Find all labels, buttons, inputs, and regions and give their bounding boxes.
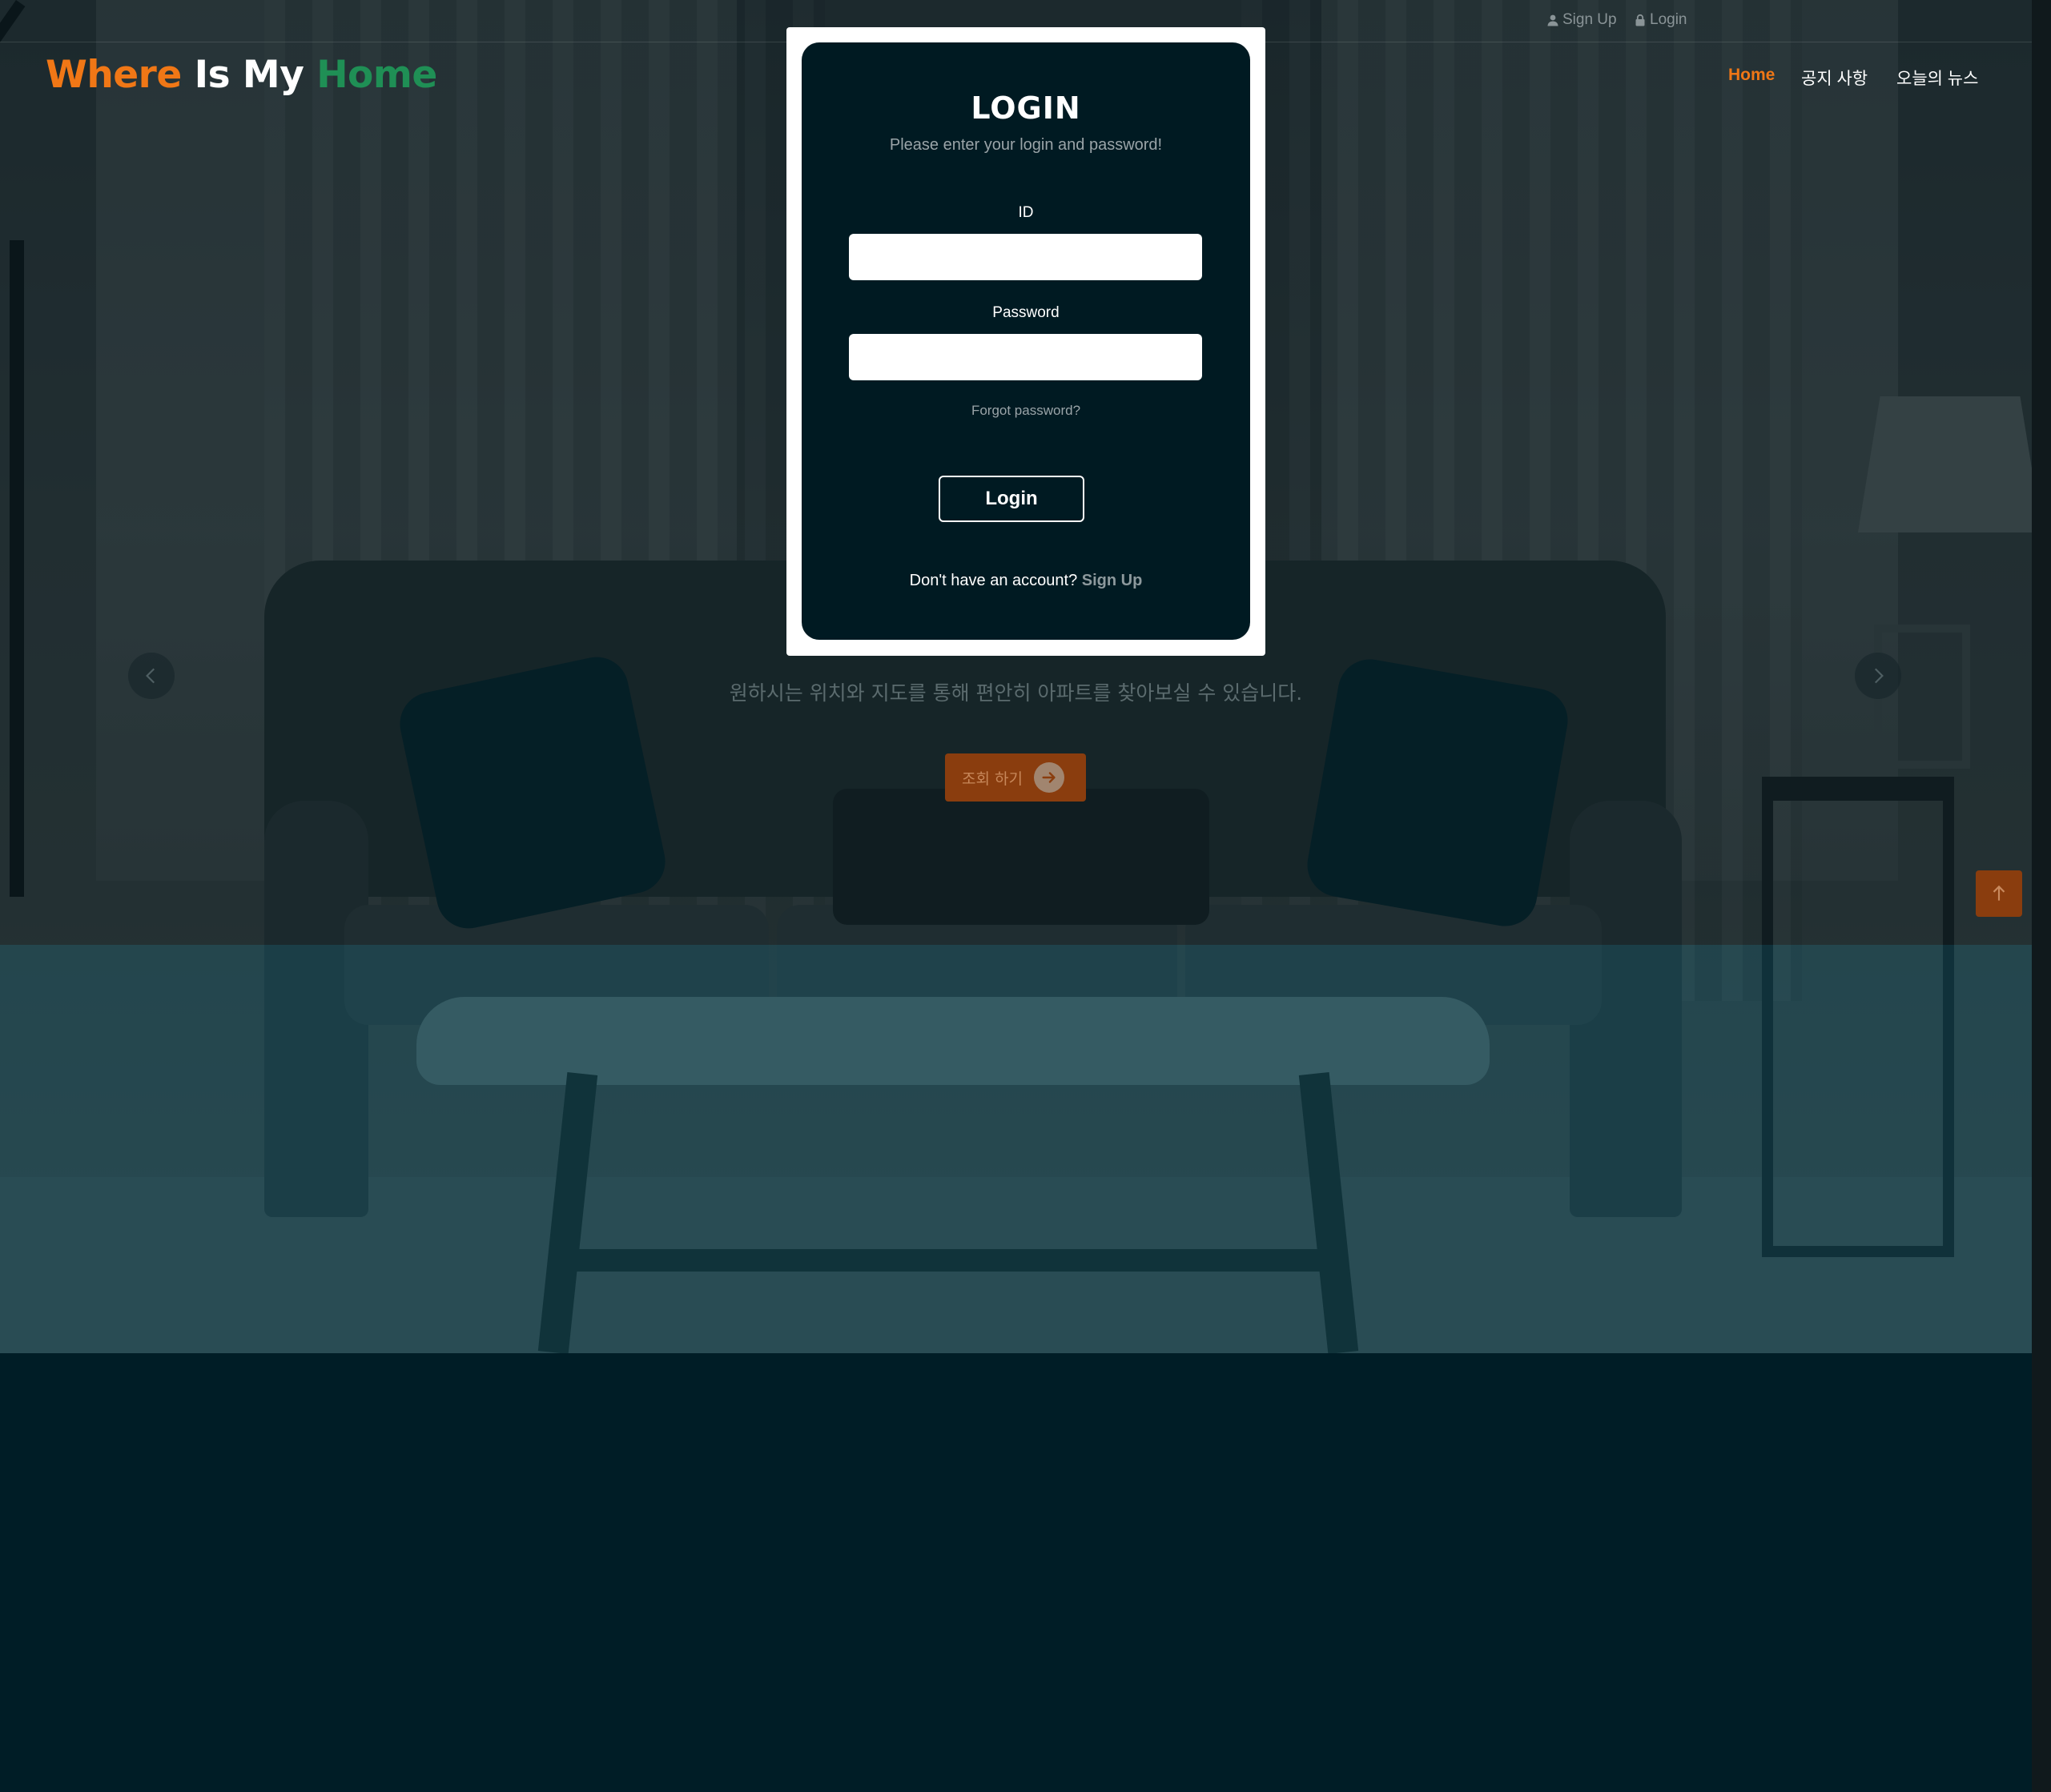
login-modal: LOGIN Please enter your login and passwo… [786, 27, 1265, 656]
lock-icon [1635, 14, 1645, 26]
login-card: LOGIN Please enter your login and passwo… [802, 42, 1250, 640]
login-title: LOGIN [971, 90, 1081, 126]
topbar-signup-label: Sign Up [1562, 11, 1617, 28]
password-input[interactable] [849, 334, 1202, 380]
arrow-up-icon [1993, 885, 2005, 901]
password-label: Password [992, 304, 1060, 321]
login-submit-button[interactable]: Login [939, 476, 1084, 522]
topbar-login-label: Login [1650, 11, 1687, 28]
topbar-signup-link[interactable]: Sign Up [1546, 11, 1617, 29]
nav-item-home[interactable]: Home [1728, 66, 1775, 85]
hero-overlay-bottom [0, 945, 2032, 1353]
logo-word-home: Home [316, 53, 437, 97]
page-scrollbar-area [2032, 0, 2051, 1792]
logo-word-where: Where [46, 53, 182, 97]
scroll-to-top-button[interactable] [1976, 870, 2022, 917]
forgot-password-link[interactable]: Forgot password? [802, 403, 1250, 419]
id-input[interactable] [849, 234, 1202, 280]
signup-prompt: Don't have an account? Sign Up [802, 572, 1250, 590]
id-label: ID [1018, 204, 1034, 221]
logo-word-is-my: Is My [194, 53, 304, 97]
arrow-right-circle-icon [1033, 762, 1064, 793]
search-cta-button[interactable]: 조회 하기 [945, 753, 1086, 802]
modal-signup-link[interactable]: Sign Up [1082, 572, 1143, 589]
topbar-login-link[interactable]: Login [1634, 11, 1687, 29]
no-account-text: Don't have an account? [909, 572, 1078, 589]
nav-item-news[interactable]: 오늘의 뉴스 [1896, 66, 1978, 90]
hero-subtitle: 원하시는 위치와 지도를 통해 편안히 아파트를 찾아보실 수 있습니다. [729, 681, 1303, 705]
nav-item-notice[interactable]: 공지 사항 [1801, 66, 1868, 90]
user-icon [1547, 14, 1558, 26]
search-cta-label: 조회 하기 [962, 769, 1023, 788]
site-logo[interactable]: Where Is My Home [46, 53, 437, 97]
login-subtitle: Please enter your login and password! [889, 136, 1163, 154]
